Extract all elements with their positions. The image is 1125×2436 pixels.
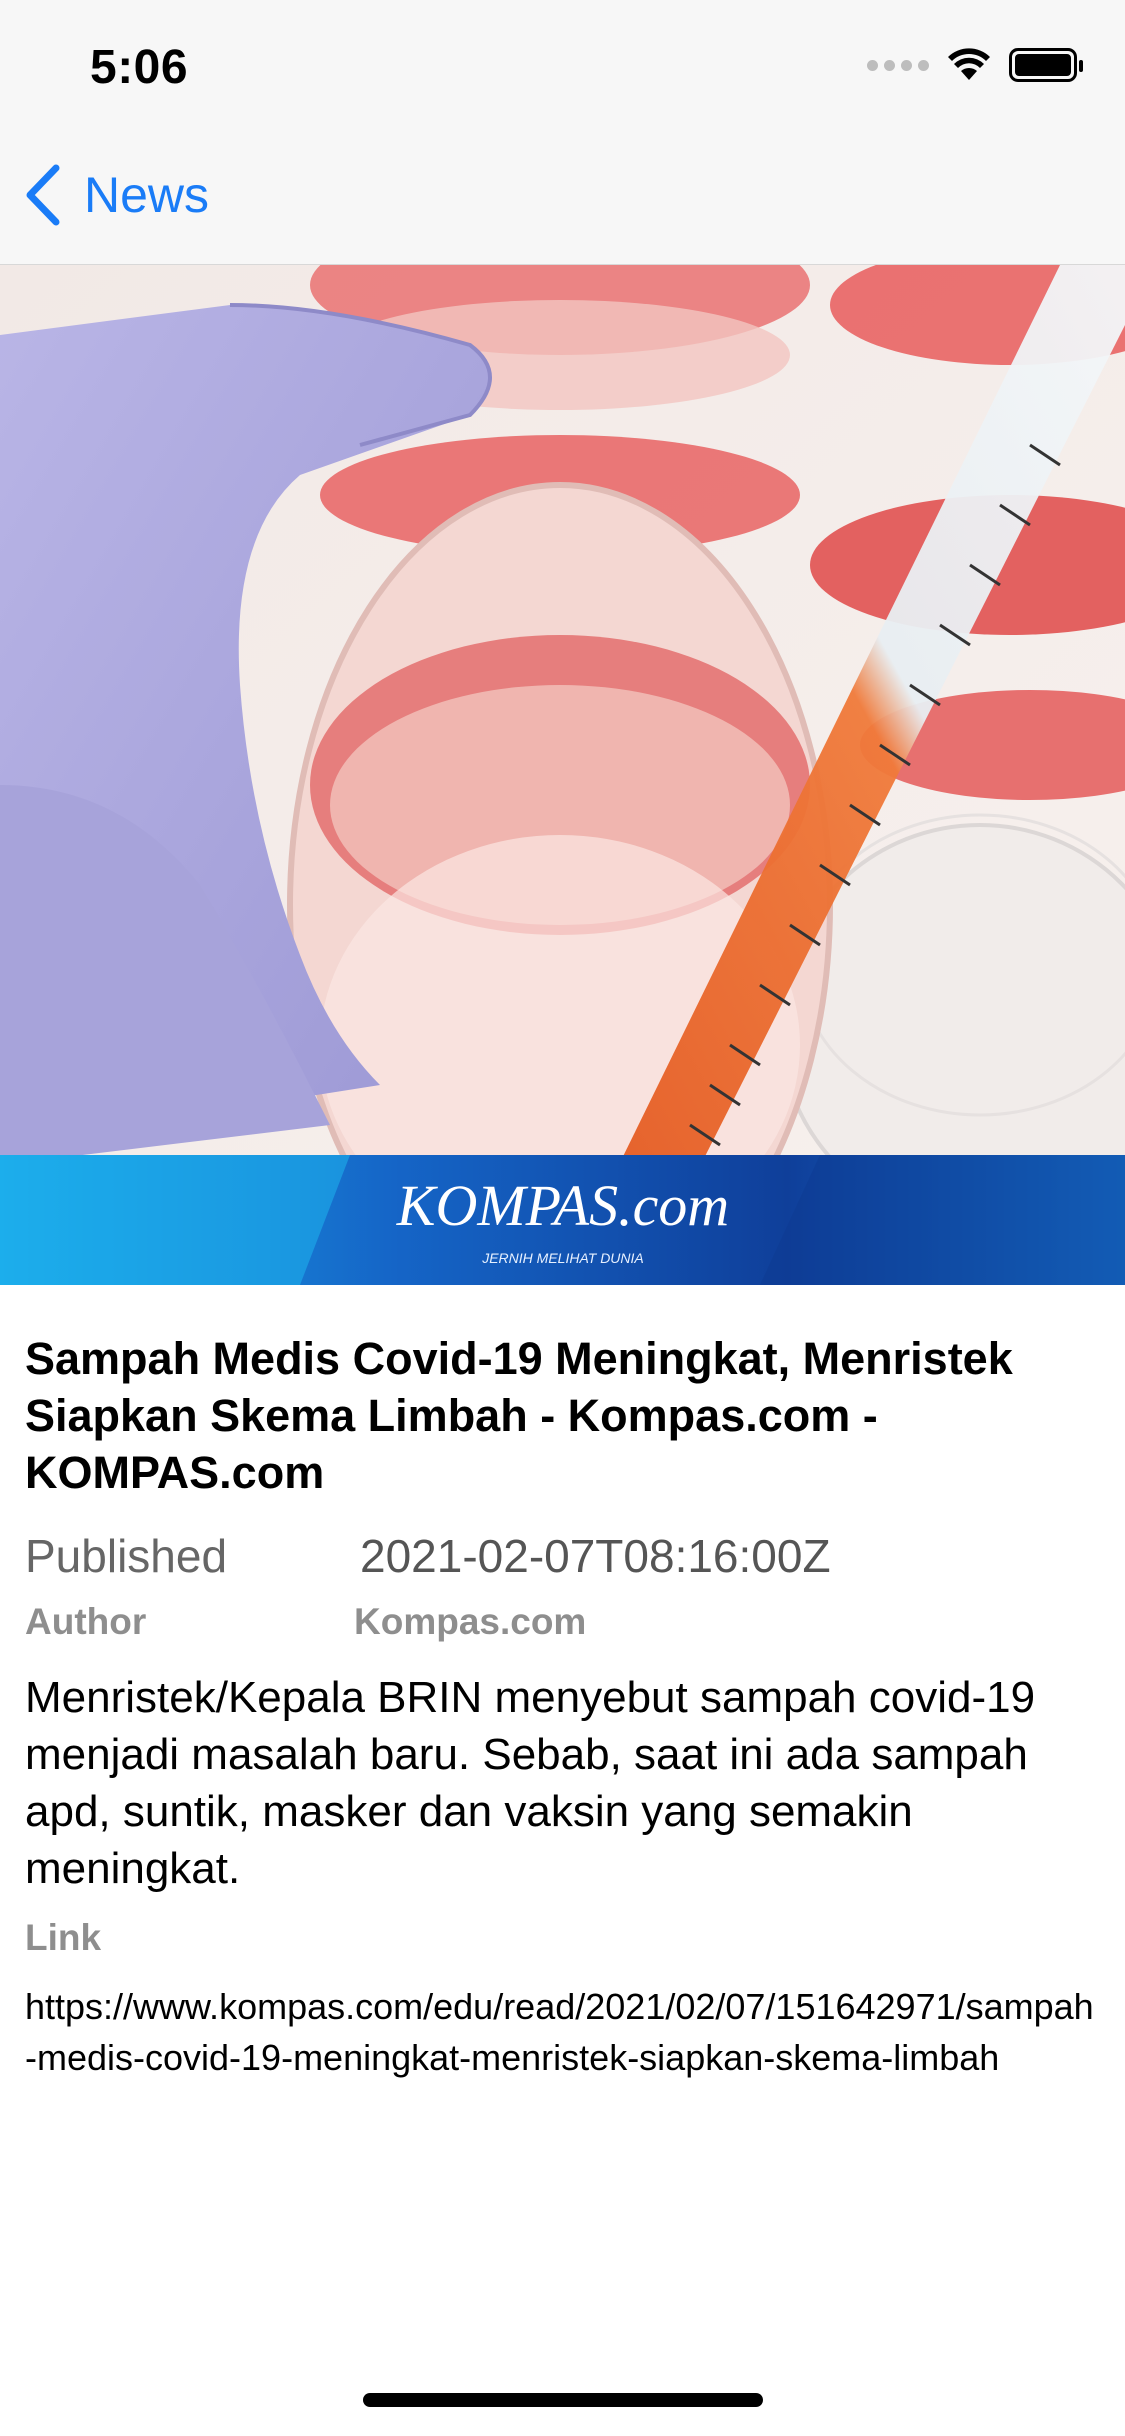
status-icons	[867, 48, 1083, 82]
status-time: 5:06	[90, 41, 189, 94]
article-content: Sampah Medis Covid-19 Meningkat, Menrist…	[25, 1330, 1100, 2083]
published-row: Published 2021-02-07T08:16:00Z	[25, 1529, 1100, 1583]
battery-icon	[1009, 48, 1083, 82]
author-label: Author	[25, 1601, 147, 1642]
back-button-label: News	[84, 167, 210, 223]
link-label: Link	[25, 1917, 102, 1958]
article-title: Sampah Medis Covid-19 Meningkat, Menrist…	[25, 1333, 1013, 1498]
author-row: Author Kompas.com	[25, 1601, 1100, 1643]
author-value: Kompas.com	[354, 1601, 587, 1642]
article-link[interactable]: https://www.kompas.com/edu/read/2021/02/…	[25, 1981, 1100, 2083]
article-image: KOMPAS.com JERNIH MELIHAT DUNIA	[0, 265, 1125, 1285]
brand-tagline: JERNIH MELIHAT DUNIA	[481, 1250, 644, 1266]
article-description: Menristek/Kepala BRIN menyebut sampah co…	[25, 1673, 1036, 1893]
brand-banner: KOMPAS.com JERNIH MELIHAT DUNIA	[0, 1155, 1125, 1285]
cellular-signal-icon	[867, 59, 929, 71]
published-value: 2021-02-07T08:16:00Z	[360, 1530, 831, 1582]
article-detail-screen: 5:06 News KOMPAS.com JERNIH MELIHAT DUNI…	[0, 0, 1125, 2436]
home-indicator[interactable]	[363, 2393, 763, 2407]
chevron-left-icon	[26, 164, 60, 226]
back-button[interactable]: News	[24, 164, 209, 226]
wifi-icon	[948, 48, 990, 80]
brand-logo: KOMPAS.com	[396, 1173, 729, 1238]
published-label: Published	[25, 1530, 228, 1582]
navigation-bar: 5:06 News	[0, 0, 1125, 265]
